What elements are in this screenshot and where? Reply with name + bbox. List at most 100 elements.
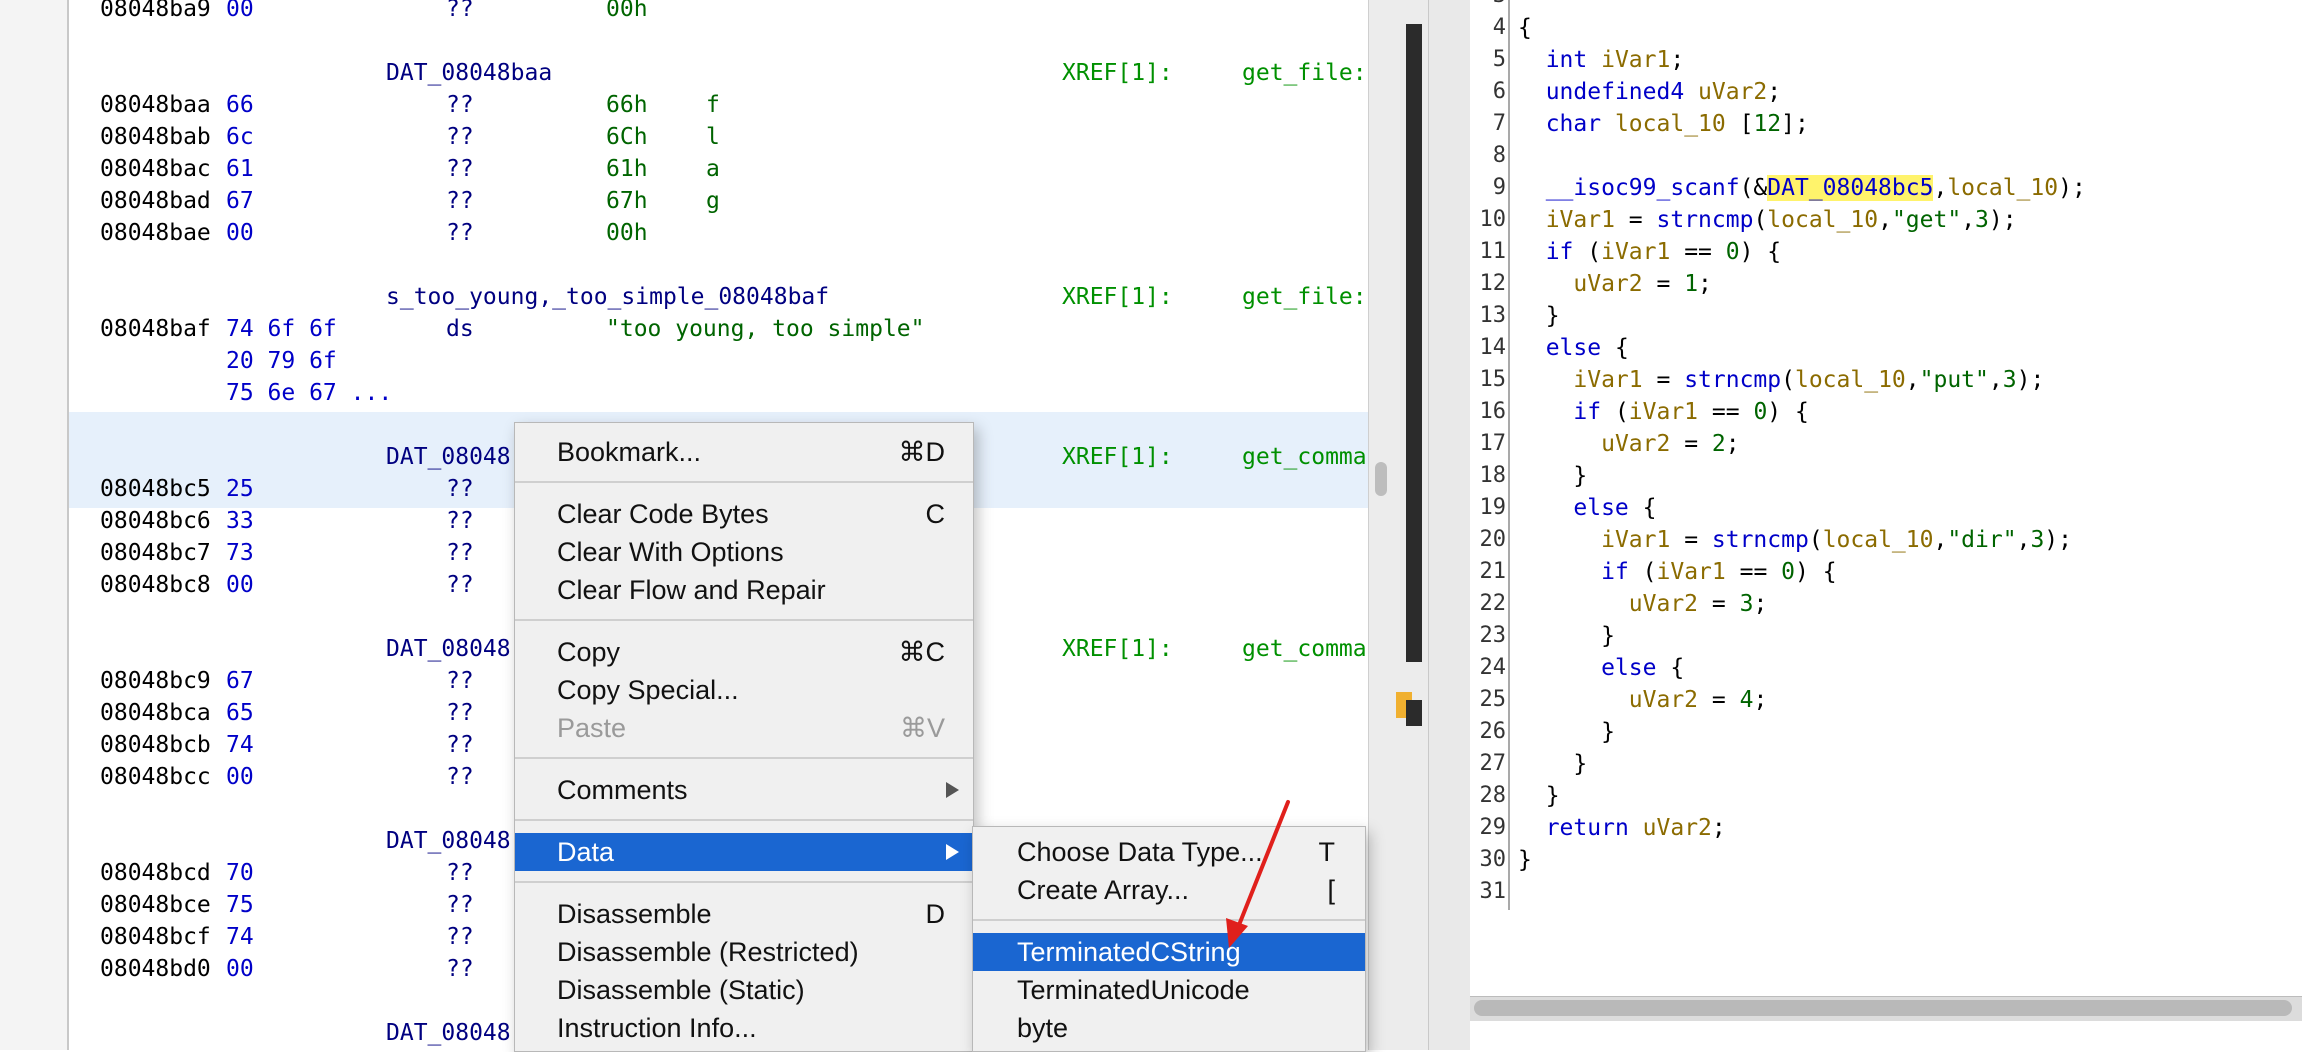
- menu-item-comments[interactable]: Comments: [515, 771, 973, 809]
- code-line[interactable]: }: [1518, 780, 1560, 812]
- byte-values: 74 6f 6f: [226, 316, 337, 342]
- submenu-item-terminatedunicode[interactable]: TerminatedUnicode: [973, 971, 1365, 1009]
- line-number: 14: [1479, 335, 1507, 360]
- code-line[interactable]: }: [1518, 300, 1560, 332]
- menu-item-disassemble-static[interactable]: Disassemble (Static): [515, 971, 973, 1009]
- xref-function[interactable]: get_comma: [1242, 441, 1367, 473]
- code-line[interactable]: int iVar1;: [1518, 44, 1685, 76]
- xref-function[interactable]: get_comma: [1242, 633, 1367, 665]
- menu-item-copy[interactable]: Copy ⌘C: [515, 633, 973, 671]
- line-number: 22: [1479, 591, 1507, 616]
- submenu-item-choose-data-type[interactable]: Choose Data Type... T: [973, 833, 1365, 871]
- code-line[interactable]: }: [1518, 620, 1615, 652]
- decompiler-pane[interactable]: 3 4 5 6 7 8 9 10 11 12 13 14 15 16 17 18 19 20 21 22 23 24 25 2…: [1470, 0, 2302, 1050]
- splitter-handle[interactable]: [1375, 462, 1387, 496]
- address: 08048bcd: [100, 860, 211, 886]
- mnemonic: ??: [446, 700, 474, 726]
- byte-values: 67: [226, 188, 254, 214]
- line-number: 23: [1479, 623, 1507, 648]
- address: 08048bcb: [100, 732, 211, 758]
- submenu-item-create-array[interactable]: Create Array...[: [973, 871, 1365, 909]
- code-line[interactable]: if (iVar1 == 0) {: [1518, 396, 1808, 428]
- string-label[interactable]: s_too_young,_too_simple_08048baf: [386, 281, 829, 313]
- line-number: 18: [1479, 463, 1507, 488]
- menu-separator: [515, 481, 973, 483]
- line-number: 3: [1470, 0, 1506, 12]
- byte-values: 65: [226, 700, 254, 726]
- operand-value: 00h: [606, 0, 648, 22]
- string-value: "too young, too simple": [606, 316, 925, 342]
- data-label[interactable]: DAT_08048: [386, 1017, 511, 1049]
- byte-values: 61: [226, 156, 254, 182]
- code-line[interactable]: uVar2 = 2;: [1518, 428, 1740, 460]
- decompiler-hscroll-thumb[interactable]: [1474, 1000, 2292, 1016]
- code-line[interactable]: uVar2 = 1;: [1518, 268, 1712, 300]
- code-line[interactable]: iVar1 = strncmp(local_10,"get",3);: [1518, 204, 2017, 236]
- line-number: 30: [1479, 847, 1507, 872]
- line-number: 27: [1479, 751, 1507, 776]
- address: 08048bac: [100, 156, 211, 182]
- submenu-item-byte[interactable]: byte: [973, 1009, 1365, 1047]
- submenu-item-terminatedcstring[interactable]: TerminatedCString: [973, 933, 1365, 971]
- xref-function[interactable]: get_file:: [1242, 57, 1367, 89]
- byte-values: 66: [226, 92, 254, 118]
- code-line[interactable]: {: [1518, 12, 1532, 44]
- code-line[interactable]: else {: [1518, 332, 1629, 364]
- code-line[interactable]: char local_10 [12];: [1518, 108, 1809, 140]
- address: 08048bab: [100, 124, 211, 150]
- mnemonic: ??: [446, 188, 474, 214]
- address: 08048bc9: [100, 668, 211, 694]
- byte-values: 25: [226, 476, 254, 502]
- line-number: 10: [1479, 207, 1507, 232]
- menu-item-bookmark[interactable]: Bookmark... ⌘D: [515, 433, 973, 471]
- data-label[interactable]: DAT_08048: [386, 825, 511, 857]
- mnemonic: ??: [446, 220, 474, 246]
- code-line[interactable]: uVar2 = 4;: [1518, 684, 1768, 716]
- menu-item-data[interactable]: Data: [515, 833, 973, 871]
- menu-separator: [515, 757, 973, 759]
- mnemonic: ??: [446, 860, 474, 886]
- line-number: 20: [1479, 527, 1507, 552]
- listing-scrollbar-thumb[interactable]: [1406, 24, 1422, 662]
- code-line[interactable]: }: [1518, 716, 1615, 748]
- address: 08048bc5: [100, 476, 211, 502]
- mnemonic: ??: [446, 668, 474, 694]
- code-line[interactable]: }: [1518, 460, 1587, 492]
- xref-function[interactable]: get_file:: [1242, 281, 1367, 313]
- mnemonic: ??: [446, 956, 474, 982]
- menu-item-clear-code-bytes[interactable]: Clear Code Bytes C: [515, 495, 973, 533]
- code-line[interactable]: }: [1518, 844, 1532, 876]
- byte-values: 74: [226, 732, 254, 758]
- menu-item-disassemble[interactable]: Disassemble D: [515, 895, 973, 933]
- code-line[interactable]: iVar1 = strncmp(local_10,"put",3);: [1518, 364, 2044, 396]
- data-label[interactable]: DAT_08048: [386, 633, 511, 665]
- pane-splitter[interactable]: [1428, 0, 1472, 1050]
- address: 08048ba9: [100, 0, 211, 22]
- code-line[interactable]: __isoc99_scanf(&DAT_08048bc5,local_10);: [1518, 172, 2086, 204]
- code-line[interactable]: if (iVar1 == 0) {: [1518, 556, 1836, 588]
- byte-values: 00: [226, 956, 254, 982]
- menu-item-instruction-info[interactable]: Instruction Info...: [515, 1009, 973, 1047]
- menu-separator: [515, 819, 973, 821]
- menu-item-copy-special[interactable]: Copy Special...: [515, 671, 973, 709]
- menu-item-clear-flow-and-repair[interactable]: Clear Flow and Repair: [515, 571, 973, 609]
- menu-item-disassemble-restricted[interactable]: Disassemble (Restricted): [515, 933, 973, 971]
- byte-values: 6c: [226, 124, 254, 150]
- byte-values: 75: [226, 892, 254, 918]
- data-label[interactable]: DAT_08048: [386, 441, 511, 473]
- code-line[interactable]: iVar1 = strncmp(local_10,"dir",3);: [1518, 524, 2072, 556]
- menu-item-clear-with-options[interactable]: Clear With Options: [515, 533, 973, 571]
- code-line[interactable]: uVar2 = 3;: [1518, 588, 1768, 620]
- line-number: 8: [1492, 143, 1506, 168]
- line-number: 4: [1492, 15, 1506, 40]
- data-label[interactable]: DAT_08048baa: [386, 57, 552, 89]
- code-line[interactable]: else {: [1518, 492, 1656, 524]
- code-line[interactable]: }: [1518, 748, 1587, 780]
- address: 08048bad: [100, 188, 211, 214]
- address: 08048bce: [100, 892, 211, 918]
- code-line[interactable]: if (iVar1 == 0) {: [1518, 236, 1781, 268]
- code-line[interactable]: else {: [1518, 652, 1684, 684]
- code-line[interactable]: return uVar2;: [1518, 812, 1726, 844]
- code-line[interactable]: undefined4 uVar2;: [1518, 76, 1781, 108]
- byte-values: 73: [226, 540, 254, 566]
